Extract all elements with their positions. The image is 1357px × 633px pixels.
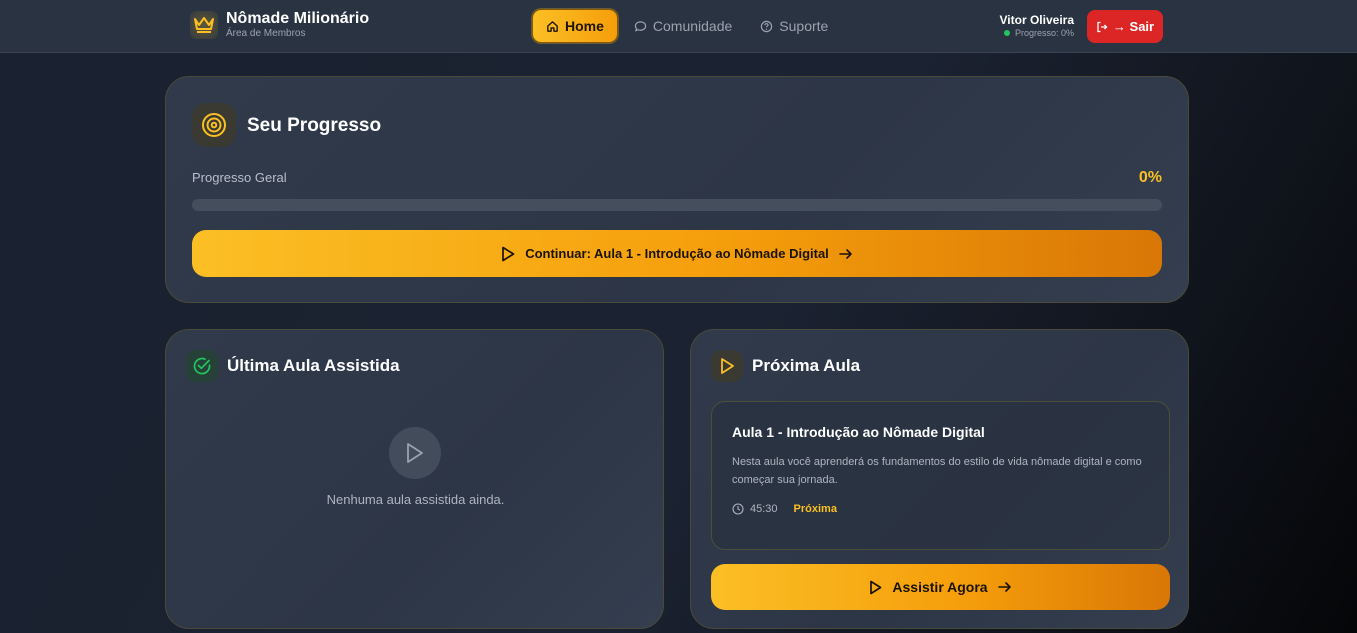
progress-title: Seu Progresso bbox=[247, 115, 382, 136]
target-icon bbox=[192, 103, 236, 147]
user-progress: Progresso: 0% bbox=[1014, 28, 1074, 38]
lesson-duration: 45:30 bbox=[750, 503, 778, 515]
continue-label: Continuar: Aula 1 - Introdução ao Nômade… bbox=[525, 246, 829, 261]
lesson-status-badge: Próxima bbox=[793, 503, 837, 515]
online-status-dot bbox=[1003, 30, 1010, 36]
brand-title: Nômade Milionário bbox=[226, 10, 370, 27]
lesson-description: Nesta aula você aprenderá os fundamentos… bbox=[732, 456, 1142, 486]
next-lesson-card: Próxima Aula Aula 1 - Introdução ao Nôma… bbox=[690, 329, 1189, 629]
user-name: Vitor Oliveira bbox=[999, 13, 1074, 27]
continue-lesson-button[interactable]: Continuar: Aula 1 - Introdução ao Nômade… bbox=[192, 230, 1162, 277]
logout-button[interactable]: → Sair bbox=[1087, 10, 1163, 43]
clock-icon bbox=[732, 503, 744, 515]
play-icon bbox=[711, 350, 743, 382]
arrow-right-icon bbox=[838, 248, 853, 260]
play-icon bbox=[869, 580, 882, 595]
progress-value: 0% bbox=[1138, 169, 1162, 186]
home-icon bbox=[546, 20, 559, 33]
main-nav: Home Comunidade Suporte bbox=[532, 9, 828, 43]
empty-state-text: Nenhuma aula assistida ainda. bbox=[326, 492, 505, 507]
chat-icon bbox=[634, 20, 647, 33]
progress-label: Progresso Geral bbox=[192, 170, 287, 185]
brand-subtitle: Área de Membros bbox=[226, 28, 306, 39]
brand[interactable]: Nômade Milionário Área de Membros bbox=[190, 10, 369, 40]
help-circle-icon bbox=[760, 20, 773, 33]
empty-play-icon bbox=[389, 427, 441, 479]
watch-now-button[interactable]: Assistir Agora bbox=[711, 564, 1170, 610]
lesson-item[interactable]: Aula 1 - Introdução ao Nômade Digital Ne… bbox=[711, 401, 1170, 550]
arrow-right-icon bbox=[997, 581, 1012, 593]
crown-icon bbox=[190, 11, 218, 39]
watch-now-label: Assistir Agora bbox=[892, 579, 988, 595]
last-lesson-title: Última Aula Assistida bbox=[227, 356, 400, 375]
progress-card: Seu Progresso Progresso Geral 0% Continu… bbox=[165, 76, 1189, 303]
nav-home[interactable]: Home bbox=[532, 9, 618, 43]
next-lesson-title: Próxima Aula bbox=[752, 356, 861, 375]
user-info: Vitor Oliveira Progresso: 0% bbox=[994, 13, 1074, 39]
nav-suporte[interactable]: Suporte bbox=[760, 18, 828, 34]
play-icon bbox=[501, 246, 515, 262]
nav-suporte-label: Suporte bbox=[779, 18, 829, 34]
nav-comunidade-label: Comunidade bbox=[652, 18, 733, 34]
nav-comunidade[interactable]: Comunidade bbox=[634, 18, 732, 34]
logout-label: → Sair bbox=[1112, 19, 1155, 34]
nav-home-label: Home bbox=[565, 18, 604, 34]
top-header: Nômade Milionário Área de Membros Home C… bbox=[0, 0, 1357, 53]
logout-icon bbox=[1096, 21, 1108, 33]
check-circle-icon bbox=[186, 350, 218, 382]
lesson-title: Aula 1 - Introdução ao Nômade Digital bbox=[732, 424, 985, 440]
progress-bar bbox=[192, 199, 1162, 211]
last-lesson-card: Última Aula Assistida Nenhuma aula assis… bbox=[165, 329, 664, 629]
